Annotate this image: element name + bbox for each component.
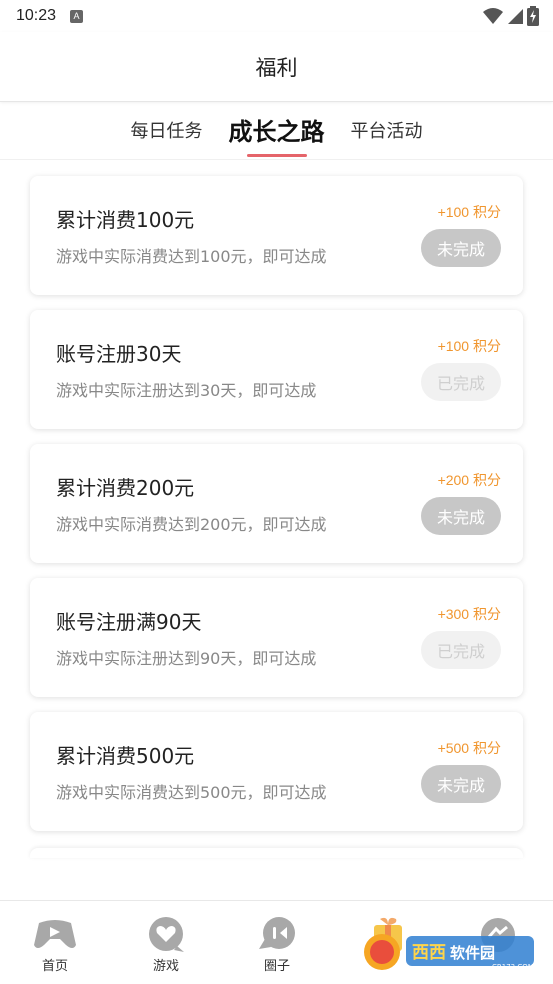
task-title: 累计消费200元 — [56, 476, 195, 500]
task-points: +200 积分 — [437, 472, 501, 488]
watermark-logo: 西西 软件园 CR173.COM — [362, 932, 534, 972]
tab-growth-path[interactable]: 成长之路 — [229, 112, 325, 157]
task-description: 游戏中实际注册达到30天，即可达成 — [56, 381, 317, 400]
task-title: 累计消费100元 — [56, 208, 195, 232]
task-description: 游戏中实际消费达到100元，即可达成 — [56, 247, 327, 266]
task-status-button[interactable]: 未完成 — [421, 765, 501, 803]
task-points: +100 积分 — [437, 204, 501, 220]
task-title: 账号注册满90天 — [56, 610, 202, 634]
task-card-partial — [30, 848, 523, 858]
page-header: 福利 — [0, 32, 553, 102]
task-card: 累计消费500元 游戏中实际消费达到500元，即可达成 +500 积分 未完成 — [30, 712, 523, 831]
task-card: 账号注册满90天 游戏中实际注册达到90天，即可达成 +300 积分 已完成 — [30, 578, 523, 697]
nav-item-home[interactable]: 首页 — [25, 915, 85, 974]
tab-bar: 每日任务 成长之路 平台活动 — [0, 104, 553, 160]
task-status-button[interactable]: 已完成 — [421, 363, 501, 401]
wifi-icon — [483, 8, 503, 24]
chat-bubble-icon — [255, 915, 299, 953]
task-status-button[interactable]: 未完成 — [421, 497, 501, 535]
task-card: 累计消费200元 游戏中实际消费达到200元，即可达成 +200 积分 未完成 — [30, 444, 523, 563]
nav-label: 圈子 — [263, 959, 290, 974]
svg-text:软件园: 软件园 — [450, 944, 495, 962]
task-title: 累计消费500元 — [56, 744, 195, 768]
svg-text:西西: 西西 — [412, 943, 446, 963]
task-description: 游戏中实际消费达到200元，即可达成 — [56, 515, 327, 534]
nav-label: 首页 — [41, 959, 68, 974]
notification-icon: A — [70, 9, 84, 23]
task-status-button[interactable]: 已完成 — [421, 631, 501, 669]
nav-label: 游戏 — [152, 959, 179, 974]
task-description: 游戏中实际消费达到500元，即可达成 — [56, 783, 327, 802]
battery-icon — [527, 6, 539, 26]
task-card: 账号注册30天 游戏中实际注册达到30天，即可达成 +100 积分 已完成 — [30, 310, 523, 429]
task-description: 游戏中实际注册达到90天，即可达成 — [56, 649, 317, 668]
task-card: 累计消费100元 游戏中实际消费达到100元，即可达成 +100 积分 未完成 — [30, 176, 523, 295]
watermark-badge-icon — [364, 934, 400, 970]
tab-platform-events[interactable]: 平台活动 — [351, 117, 423, 147]
task-points: +300 积分 — [437, 606, 501, 622]
task-title: 账号注册30天 — [56, 342, 182, 366]
nav-item-circle[interactable]: 圈子 — [247, 915, 307, 974]
watermark-text: 西西 软件园 CR173.COM — [406, 936, 534, 971]
tab-daily-tasks[interactable]: 每日任务 — [131, 117, 203, 147]
heart-bubble-icon — [144, 915, 188, 953]
task-points: +500 积分 — [437, 740, 501, 756]
task-status-button[interactable]: 未完成 — [421, 229, 501, 267]
page-title: 福利 — [255, 55, 298, 80]
svg-text:CR173.COM: CR173.COM — [492, 963, 534, 971]
gamepad-icon — [33, 915, 77, 953]
status-indicators — [483, 6, 539, 26]
status-bar: 10:23 A — [0, 0, 553, 32]
signal-icon — [508, 9, 523, 24]
nav-item-games[interactable]: 游戏 — [136, 915, 196, 974]
status-time: 10:23 — [16, 7, 57, 24]
task-points: +100 积分 — [437, 338, 501, 354]
